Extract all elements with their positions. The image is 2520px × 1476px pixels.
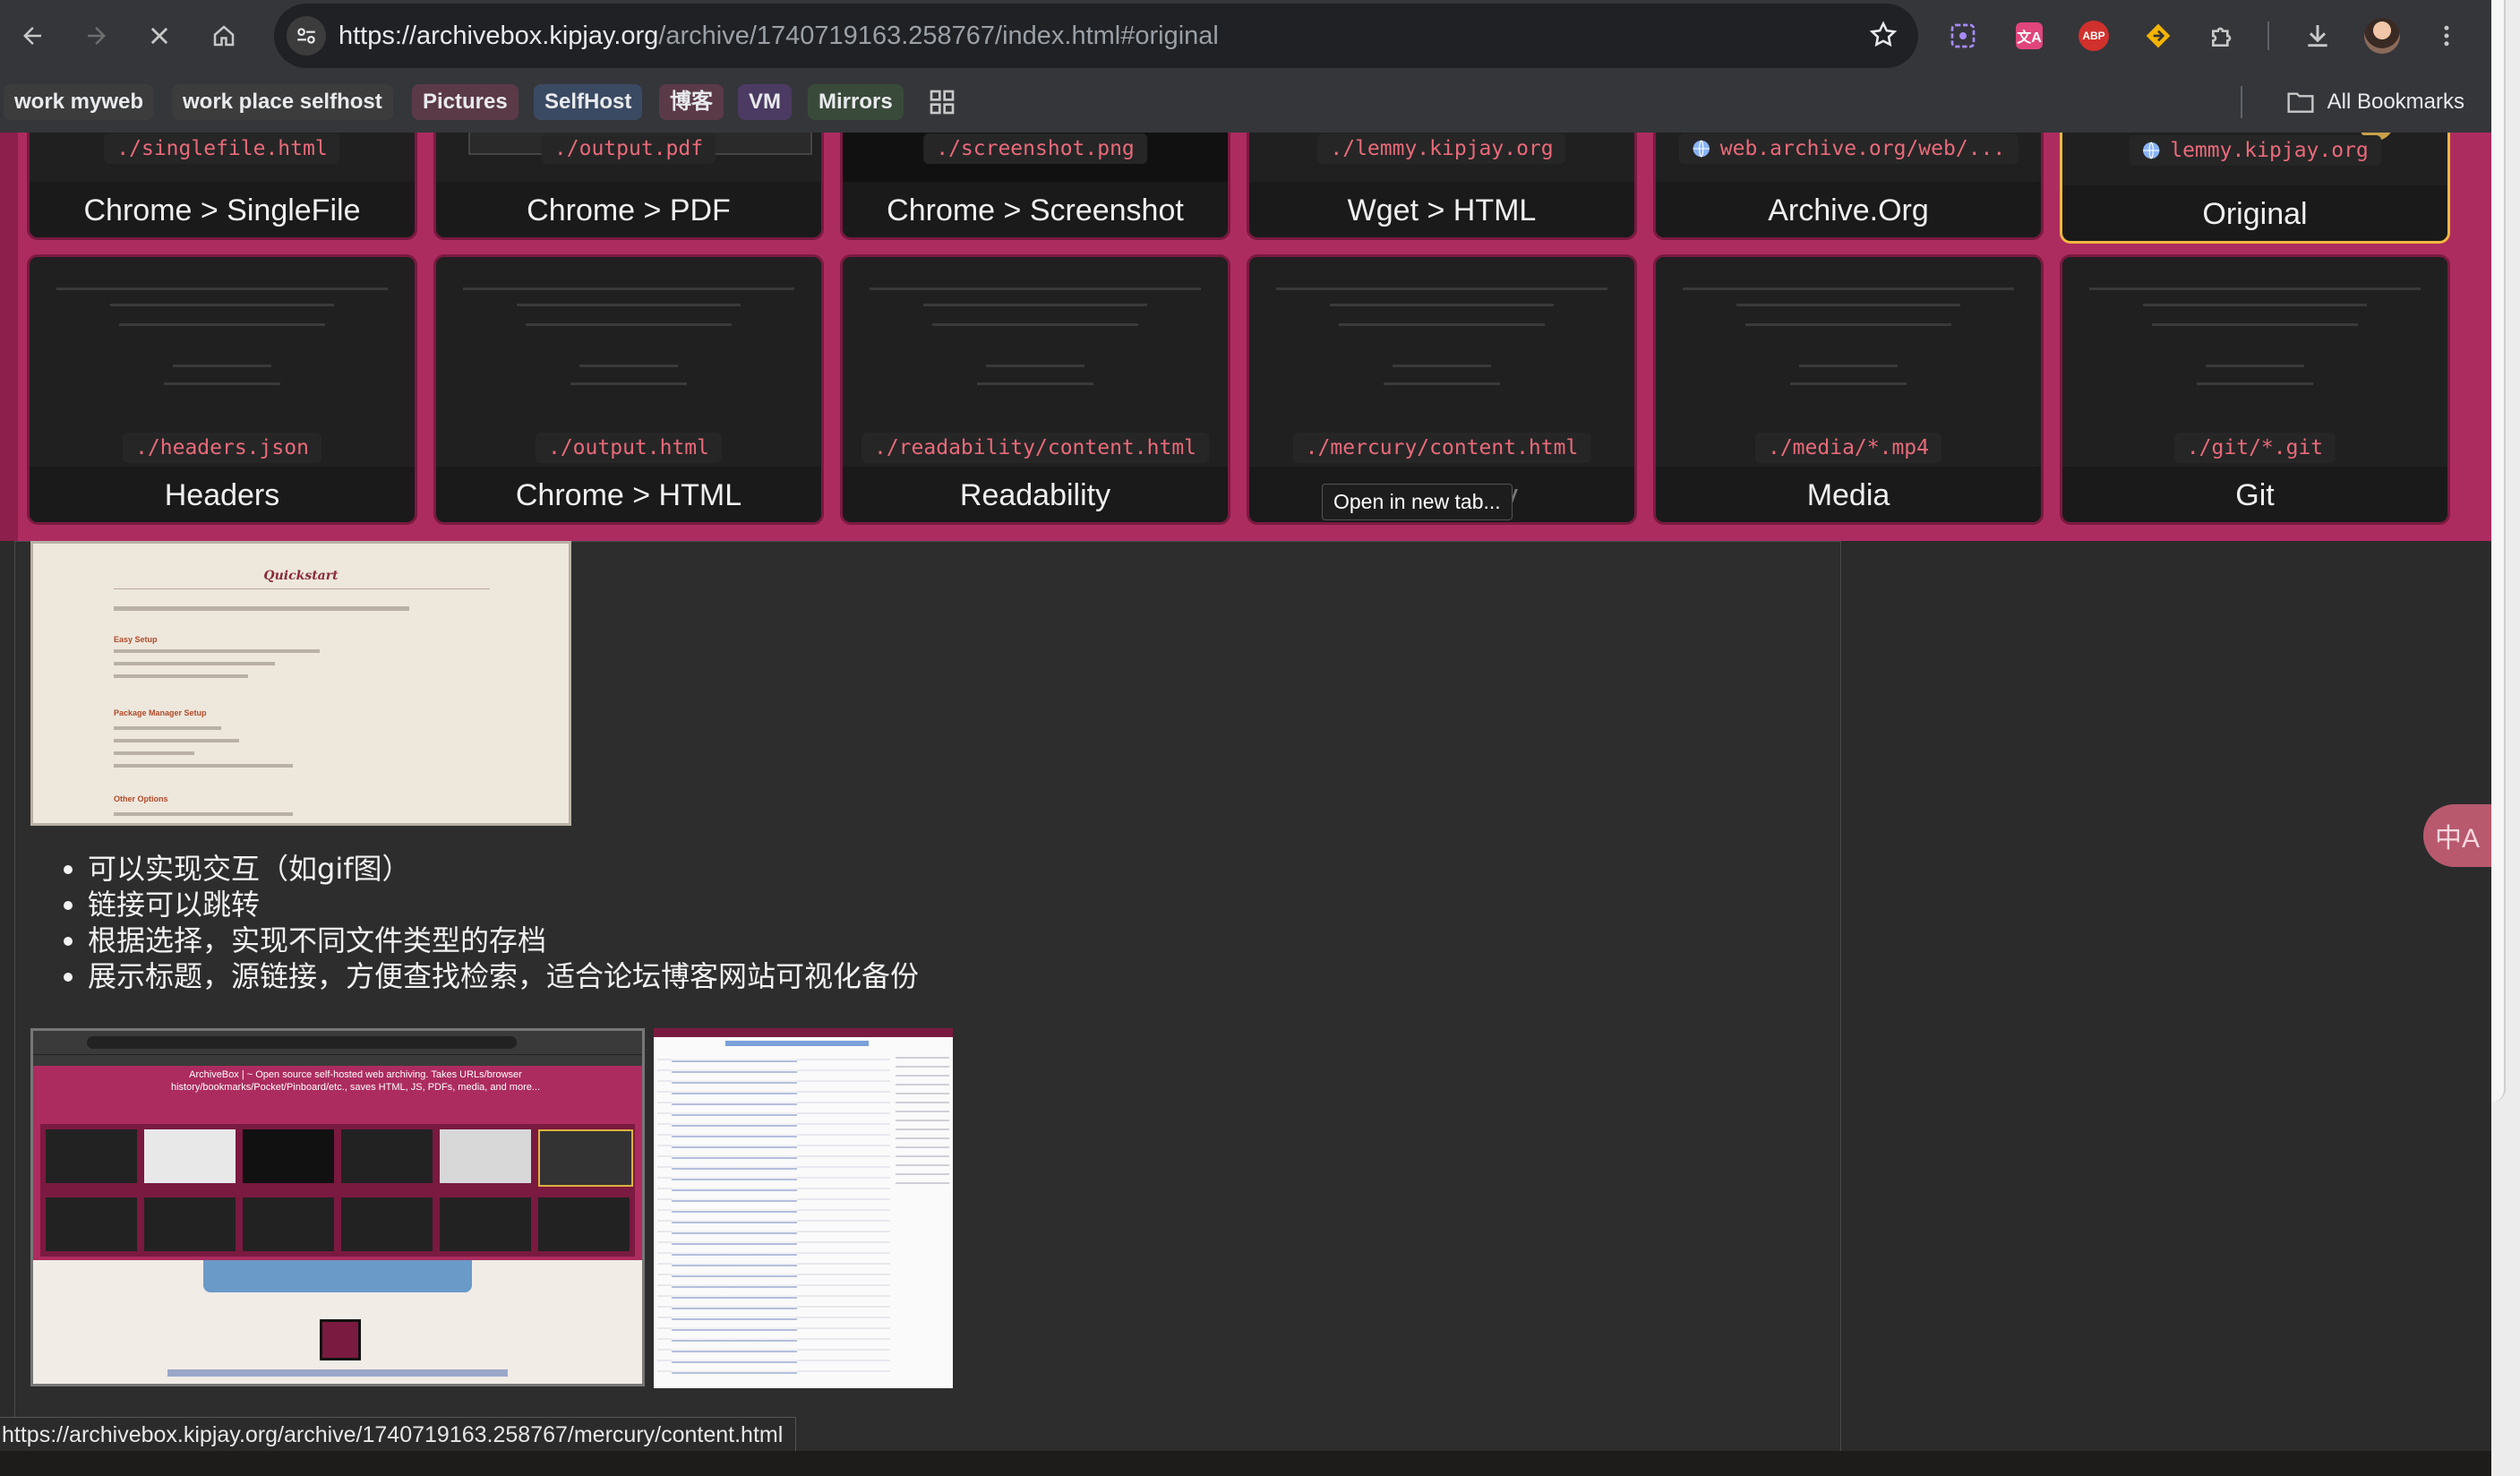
easy-setup-heading: Easy Setup [114, 635, 158, 644]
tile-media[interactable]: ./media/*.mp4 Media [1653, 254, 2044, 525]
quickstart-title: Quickstart [263, 569, 339, 583]
close-icon[interactable] [140, 16, 179, 56]
adblock-icon[interactable]: ABP [2074, 16, 2113, 56]
feature-list: 可以实现交互（如gif图） 链接可以跳转 根据选择，实现不同文件类型的存档 展示… [57, 851, 919, 994]
tile-path: ./readability/content.html [861, 433, 1210, 463]
tile-label: Chrome > PDF [527, 193, 731, 227]
tile-path: lemmy.kipjay.org [2170, 139, 2369, 162]
browser-toolbar: https://archivebox.kipjay.org/archive/17… [0, 0, 2491, 72]
bookmark-work-myweb[interactable]: work myweb [4, 84, 155, 120]
bookmark-mirrors[interactable]: Mirrors [808, 84, 904, 120]
tile-label: Original [2202, 197, 2308, 231]
list-item: 展示标题，源链接，方便查找检索，适合论坛博客网站可视化备份 [88, 958, 919, 994]
tile-archive-org[interactable]: web.archive.org/web/... Archive.Org [1653, 133, 2044, 240]
all-bookmarks-label: All Bookmarks [2327, 90, 2464, 114]
tile-label: Archive.Org [1768, 193, 1929, 227]
all-bookmarks-button[interactable]: All Bookmarks [2286, 84, 2464, 120]
tile-path: ./output.html [535, 433, 723, 463]
extension-diamond-icon[interactable] [2139, 16, 2178, 56]
tile-label: Wget > HTML [1347, 193, 1537, 227]
tile-readability[interactable]: ./readability/content.html Readability [840, 254, 1230, 525]
bookmarks-bar: work myweb work place selfhost Pictures … [0, 72, 2491, 133]
tile-label: Readability [959, 478, 1111, 512]
tile-pdf[interactable]: ./output.pdf Chrome > PDF [433, 133, 824, 240]
tile-label: Git [2235, 478, 2275, 512]
snapshot-list-screenshot [654, 1028, 953, 1388]
list-item: 根据选择，实现不同文件类型的存档 [88, 922, 919, 958]
bookmarks-divider [2241, 86, 2242, 118]
adblock-label: ABP [2079, 21, 2109, 51]
folder-icon [2287, 92, 2314, 113]
tile-path: ./mercury/content.html [1292, 433, 1591, 463]
tile-screenshot[interactable]: ./screenshot.png Chrome > Screenshot [840, 133, 1230, 240]
archivebox-page-screenshot: ArchiveBox | ~ Open source self-hosted w… [30, 1028, 645, 1386]
tile-git[interactable]: ./git/*.git Git [2060, 254, 2450, 525]
quickstart-screenshot: Quickstart Easy Setup Package Manager Se… [30, 541, 571, 826]
tile-path: ./media/*.mp4 [1754, 433, 1942, 463]
forward-arrow-icon[interactable] [77, 16, 116, 56]
extension-screenshot-icon[interactable] [1943, 16, 1983, 56]
bookmark-blog[interactable]: 博客 [659, 84, 724, 120]
download-icon[interactable] [2298, 16, 2337, 56]
tile-path: ./screenshot.png [923, 133, 1147, 164]
globe-icon [1693, 140, 1710, 158]
tile-path: ./git/*.git [2173, 433, 2336, 463]
tile-path-wrap: web.archive.org/web/... [1678, 133, 2019, 164]
tile-label: Chrome > Screenshot [887, 193, 1184, 227]
tile-path: ./lemmy.kipjay.org [1317, 133, 1566, 164]
back-arrow-icon[interactable] [13, 16, 52, 56]
tile-label: Chrome > HTML [515, 478, 742, 512]
bookmark-pictures[interactable]: Pictures [412, 84, 519, 120]
more-menu-icon[interactable] [2427, 16, 2466, 56]
bookmark-selfhost[interactable]: SelfHost [534, 84, 643, 120]
bookmark-work-place-selfhost[interactable]: work place selfhost [172, 84, 393, 120]
tile-path: web.archive.org/web/... [1719, 137, 2006, 160]
screenshot-title: ArchiveBox | ~ Open source self-hosted w… [170, 1069, 541, 1093]
list-item: 链接可以跳转 [88, 887, 919, 922]
tile-original[interactable]: lemmy.kipjay.org Original [2060, 133, 2450, 244]
translate-float-button[interactable]: 中A [2423, 804, 2491, 867]
url-path: /archive/1740719163.258767/index.html#or… [658, 21, 1219, 50]
page-content: ./singlefile.html Chrome > SingleFile ./… [0, 133, 2491, 1451]
tile-chrome-html[interactable]: ./output.html Chrome > HTML [433, 254, 824, 525]
archive-methods-panel: ./singlefile.html Chrome > SingleFile ./… [0, 133, 2491, 541]
desktop-strip [0, 1451, 2491, 1476]
tile-label: Media [1806, 478, 1890, 512]
star-icon[interactable] [1868, 20, 1899, 55]
tile-label: Chrome > SingleFile [83, 193, 361, 227]
package-manager-heading: Package Manager Setup [114, 708, 207, 717]
window-edge [2491, 0, 2520, 1476]
tile-wget[interactable]: ./lemmy.kipjay.org Wget > HTML [1247, 133, 1637, 240]
status-bar-url: https://archivebox.kipjay.org/archive/17… [0, 1417, 797, 1453]
home-icon[interactable] [204, 16, 244, 56]
tile-path: ./headers.json [123, 433, 321, 463]
tile-path: ./output.pdf [541, 133, 716, 164]
tile-headers[interactable]: ./headers.json Headers [27, 254, 417, 525]
url-text: https://archivebox.kipjay.org/archive/17… [339, 4, 1219, 68]
address-bar[interactable]: https://archivebox.kipjay.org/archive/17… [274, 4, 1918, 68]
url-host: https://archivebox.kipjay.org [339, 21, 659, 50]
tile-singlefile[interactable]: ./singlefile.html Chrome > SingleFile [27, 133, 417, 240]
tile-label: Headers [164, 478, 280, 512]
bookmark-vm[interactable]: VM [738, 84, 792, 120]
translate-extension-icon[interactable]: 文A [2010, 16, 2049, 56]
site-settings-icon[interactable] [287, 16, 326, 56]
puzzle-icon[interactable] [2203, 16, 2242, 56]
globe-icon [2143, 142, 2160, 159]
open-in-new-tab-tooltip: Open in new tab... [1322, 484, 1513, 520]
list-item: 可以实现交互（如gif图） [88, 851, 919, 887]
tile-path-wrap: lemmy.kipjay.org [2129, 135, 2381, 166]
tile-path: ./singlefile.html [104, 133, 340, 164]
toolbar-divider [2267, 21, 2269, 50]
profile-avatar[interactable] [2362, 16, 2402, 56]
apps-grid-icon[interactable] [928, 88, 956, 121]
other-options-heading: Other Options [114, 794, 168, 803]
